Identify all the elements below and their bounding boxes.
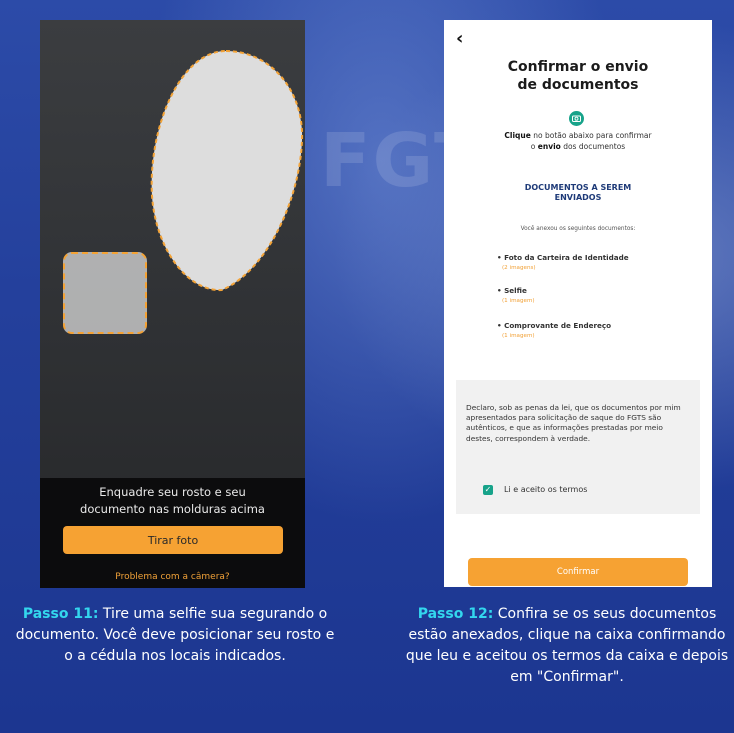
confirm-button[interactable]: Confirmar	[468, 558, 688, 586]
confirm-documents-screen: ‹ Confirmar o envio de documentos Clique…	[444, 20, 712, 587]
document-count: (1 imagem)	[502, 333, 535, 339]
face-frame	[150, 49, 304, 292]
title-line-2: de documentos	[517, 77, 639, 93]
document-name: • Comprovante de Endereço	[497, 321, 612, 330]
camera-instruction: Enquadre seu rosto e seu documento nas m…	[40, 484, 305, 518]
desc-pre: o	[530, 142, 538, 151]
document-frame	[63, 252, 147, 334]
instruction-line-2: documento nas molduras acima	[80, 502, 265, 516]
title-line-1: Confirmar o envio	[507, 59, 649, 75]
attached-intro: Você anexou os seguintes documentos:	[520, 226, 636, 232]
caption-step-label: Passo 12:	[417, 606, 494, 622]
page-title: Confirmar o envio de documentos	[444, 58, 712, 94]
camera-problem-link[interactable]: Problema com a câmera?	[40, 572, 305, 582]
document-name: • Selfie	[497, 286, 527, 295]
document-count: (2 imagens)	[502, 265, 536, 271]
caption-step-11: Passo 11: Tire uma selfie sua segurando …	[10, 604, 340, 667]
section-line-2: ENVIADOS	[554, 193, 602, 202]
document-name: • Foto da Carteira de Identidade	[497, 253, 629, 262]
desc-bold-clique: Clique	[504, 131, 531, 140]
desc-bold-envio: envio	[537, 142, 561, 151]
declaration-text: Declaro, sob as penas da lei, que os doc…	[466, 403, 681, 443]
camera-screen: Enquadre seu rosto e seu documento nas m…	[40, 20, 305, 588]
document-item-selfie: • Selfie (1 imagem)	[497, 286, 687, 304]
document-item-identidade: • Foto da Carteira de Identidade (2 imag…	[497, 253, 687, 271]
terms-label[interactable]: Li e aceito os termos	[504, 485, 587, 494]
terms-checkbox[interactable]: ✓	[483, 485, 493, 495]
instruction-text: Clique no botão abaixo para confirmar o …	[474, 130, 682, 152]
camera-icon	[569, 111, 584, 126]
caption-step-12: Passo 12: Confira se os seus documentos …	[400, 604, 734, 688]
document-item-comprovante: • Comprovante de Endereço (1 imagem)	[497, 321, 687, 339]
back-icon[interactable]: ‹	[456, 28, 463, 49]
desc-mid: no botão abaixo para confirmar	[530, 131, 652, 140]
instruction-line-1: Enquadre seu rosto e seu	[99, 485, 246, 499]
camera-viewfinder	[40, 20, 305, 478]
desc-post: dos documentos	[560, 142, 626, 151]
section-line-1: DOCUMENTOS A SEREM	[524, 183, 632, 192]
take-photo-button[interactable]: Tirar foto	[63, 526, 283, 554]
camera-icon-glyph	[572, 115, 581, 122]
caption-step-label: Passo 11:	[22, 606, 99, 622]
document-count: (1 imagem)	[502, 298, 535, 304]
section-title: DOCUMENTOS A SEREM ENVIADOS	[494, 183, 662, 203]
